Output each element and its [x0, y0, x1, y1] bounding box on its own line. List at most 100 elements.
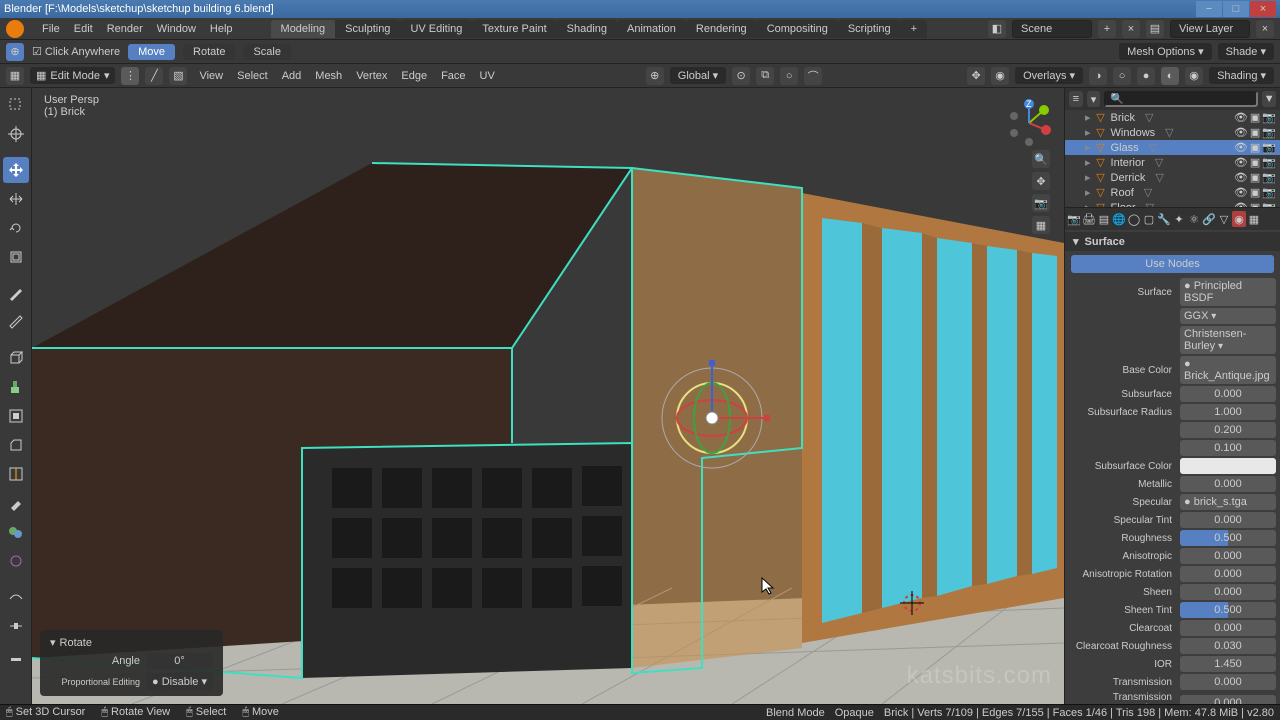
workspace-animation[interactable]: Animation: [617, 20, 686, 38]
prop-value[interactable]: 0.000: [1180, 584, 1276, 600]
minimize-button[interactable]: −: [1196, 1, 1222, 17]
surface-value[interactable]: ● Principled BSDF: [1180, 278, 1276, 306]
gizmo-toggle-icon[interactable]: ✥: [967, 67, 985, 85]
outliner-item-derrick[interactable]: ▸ ▽ Derrick▽👁▣📷: [1065, 170, 1280, 185]
prop-value[interactable]: 0.000: [1180, 566, 1276, 582]
workspace-rendering[interactable]: Rendering: [686, 20, 757, 38]
transform-tool[interactable]: [3, 157, 29, 183]
extrude-tool[interactable]: [3, 374, 29, 400]
rotate-toggle[interactable]: Rotate: [183, 44, 235, 60]
viewlayer-del-icon[interactable]: ×: [1256, 20, 1274, 38]
workspace-shading[interactable]: Shading: [557, 20, 617, 38]
menu-file[interactable]: File: [36, 21, 66, 37]
move-tool[interactable]: [3, 186, 29, 212]
nav-gizmo[interactable]: Z: [1004, 98, 1054, 148]
move-nav-icon[interactable]: ✥: [1032, 172, 1050, 190]
annotate-tool[interactable]: [3, 280, 29, 306]
object-tab[interactable]: ▢: [1142, 211, 1156, 227]
prop-value[interactable]: 0.000: [1180, 548, 1276, 564]
outliner-item-brick[interactable]: ▸ ▽ Brick▽👁▣📷: [1065, 110, 1280, 125]
shade-dropdown[interactable]: Shade ▾: [1218, 43, 1274, 60]
overlay-btn[interactable]: ◉: [991, 67, 1009, 85]
particle-tab[interactable]: ✦: [1172, 211, 1186, 227]
modifier-tab[interactable]: 🔧: [1157, 211, 1171, 227]
polybuild-tool[interactable]: [3, 519, 29, 545]
prop-value[interactable]: 0.000: [1180, 386, 1276, 402]
mesh-options-dropdown[interactable]: Mesh Options ▾: [1119, 43, 1211, 60]
outliner-item-floor[interactable]: ▸ ▽ Floor▽👁▣📷: [1065, 200, 1280, 208]
persp-nav-icon[interactable]: ▦: [1032, 216, 1050, 234]
workspace-uv-editing[interactable]: UV Editing: [400, 20, 472, 38]
vert-mode-icon[interactable]: ⋮: [121, 67, 139, 85]
matprev-shading-icon[interactable]: ◐: [1161, 67, 1179, 85]
constraint-tab[interactable]: 🔗: [1202, 211, 1216, 227]
menu-window[interactable]: Window: [151, 21, 202, 37]
prop-value[interactable]: 0.030: [1180, 638, 1276, 654]
prop-value[interactable]: 1.450: [1180, 656, 1276, 672]
prop-value[interactable]: 0.000: [1180, 512, 1276, 528]
shading-dropdown[interactable]: Shading ▾: [1209, 67, 1274, 84]
edgeslide-tool[interactable]: [3, 613, 29, 639]
inset-tool[interactable]: [3, 403, 29, 429]
prop-value[interactable]: 0.000: [1180, 476, 1276, 492]
face-mode-icon[interactable]: ▧: [169, 67, 187, 85]
scene-tab[interactable]: 🌐: [1112, 211, 1126, 227]
snap-icon[interactable]: ⧉: [756, 67, 774, 85]
operator-panel[interactable]: ▾ Rotate Angle0° Proportional Editing● D…: [40, 630, 223, 696]
outliner-item-roof[interactable]: ▸ ▽ Roof▽👁▣📷: [1065, 185, 1280, 200]
select-box-tool[interactable]: [3, 92, 29, 118]
outliner-type-icon[interactable]: ≡: [1069, 91, 1083, 107]
prop-value[interactable]: 0.000: [1180, 695, 1276, 704]
menu-edit[interactable]: Edit: [68, 21, 99, 37]
rendered-shading-icon[interactable]: ◉: [1185, 67, 1203, 85]
pivot-icon[interactable]: ⊙: [732, 67, 750, 85]
outliner[interactable]: ≡ ▾ ▼ ▸ ▽ Brick▽👁▣📷▸ ▽ Windows▽👁▣📷▸ ▽ Gl…: [1065, 88, 1280, 208]
prop-value[interactable]: 0.000: [1180, 620, 1276, 636]
properties-body[interactable]: ▾ Surface Use Nodes Surface ● Principled…: [1065, 230, 1280, 704]
tool-icon[interactable]: ⊕: [6, 43, 24, 61]
blender-icon[interactable]: [6, 20, 24, 38]
editor-menu-uv[interactable]: UV: [474, 68, 501, 84]
mode-selector[interactable]: ▦ Edit Mode ▾: [30, 67, 115, 84]
bevel-tool[interactable]: [3, 432, 29, 458]
spin-tool[interactable]: [3, 548, 29, 574]
scene-del-icon[interactable]: ×: [1122, 20, 1140, 38]
editor-type-icon[interactable]: ▦: [6, 67, 24, 85]
use-nodes-button[interactable]: Use Nodes: [1071, 255, 1274, 273]
world-tab[interactable]: ◯: [1127, 211, 1141, 227]
scene-new-icon[interactable]: +: [1098, 20, 1116, 38]
outliner-search[interactable]: [1104, 91, 1258, 107]
workspace-texture-paint[interactable]: Texture Paint: [472, 20, 556, 38]
editor-menu-vertex[interactable]: Vertex: [350, 68, 393, 84]
smooth-tool[interactable]: [3, 584, 29, 610]
texture-tab[interactable]: ▦: [1247, 211, 1261, 227]
outliner-item-glass[interactable]: ▸ ▽ Glass▽👁▣📷: [1065, 140, 1280, 155]
addcube-tool[interactable]: [3, 345, 29, 371]
surface-panel-header[interactable]: ▾ Surface: [1065, 232, 1280, 251]
shrink-tool[interactable]: [3, 642, 29, 668]
knife-tool[interactable]: [3, 490, 29, 516]
rotate-tool[interactable]: [3, 215, 29, 241]
xray-icon[interactable]: ◑: [1089, 67, 1107, 85]
zoom-nav-icon[interactable]: 🔍: [1032, 150, 1050, 168]
loopcut-tool[interactable]: [3, 461, 29, 487]
editor-menu-select[interactable]: Select: [231, 68, 274, 84]
workspace-sculpting[interactable]: Sculpting: [335, 20, 400, 38]
overlays-dropdown[interactable]: Overlays ▾: [1015, 67, 1083, 84]
scale-toggle[interactable]: Scale: [243, 44, 291, 60]
menu-help[interactable]: Help: [204, 21, 239, 37]
maximize-button[interactable]: □: [1223, 1, 1249, 17]
solid-shading-icon[interactable]: ●: [1137, 67, 1155, 85]
prop-value[interactable]: ● brick_s.tga: [1180, 494, 1276, 510]
dist2-field[interactable]: Christensen-Burley ▾: [1180, 326, 1276, 354]
3d-viewport[interactable]: User Persp (1) Brick katsbits.com Z 🔍 ✥ …: [32, 88, 1064, 704]
orientation-dropdown[interactable]: Global ▾: [670, 67, 726, 84]
camera-nav-icon[interactable]: 📷: [1032, 194, 1050, 212]
scene-icon[interactable]: ◧: [988, 20, 1006, 38]
workspace-add-button[interactable]: +: [901, 20, 927, 38]
propedit-field[interactable]: ● Disable ▾: [146, 673, 213, 690]
outliner-item-windows[interactable]: ▸ ▽ Windows▽👁▣📷: [1065, 125, 1280, 140]
edge-mode-icon[interactable]: ╱: [145, 67, 163, 85]
editor-menu-face[interactable]: Face: [435, 68, 471, 84]
data-tab[interactable]: ▽: [1217, 211, 1231, 227]
